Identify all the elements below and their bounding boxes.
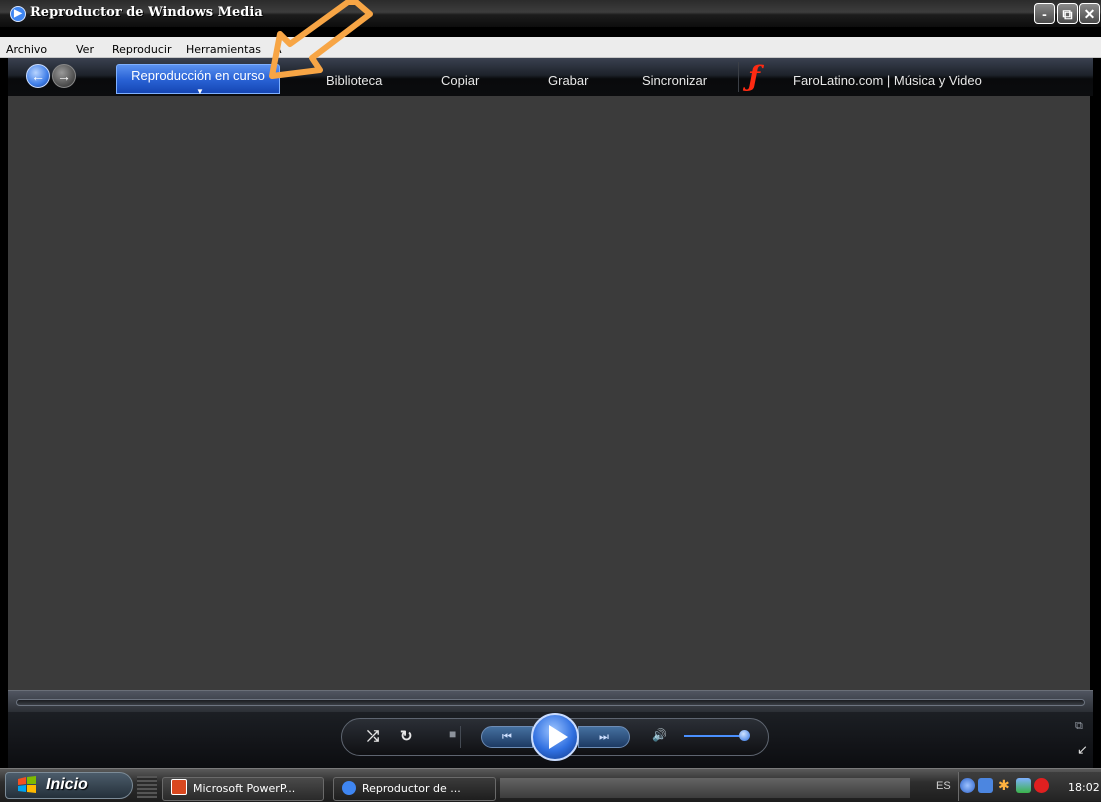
window-title: Reproductor de Windows Media bbox=[30, 5, 263, 20]
messenger-icon[interactable] bbox=[1016, 778, 1031, 793]
close-button[interactable]: ✕ bbox=[1079, 3, 1100, 24]
menu-reproducir[interactable]: Reproducir bbox=[112, 43, 172, 56]
chevron-down-icon[interactable]: ▼ bbox=[196, 87, 204, 96]
annotation-arrow-icon bbox=[269, 0, 373, 79]
shuffle-button[interactable]: ⤮ bbox=[367, 728, 379, 745]
mute-button[interactable]: 🔊 bbox=[652, 728, 667, 742]
menu-ver[interactable]: Ver bbox=[76, 43, 94, 56]
task-label: Microsoft PowerP... bbox=[193, 782, 296, 795]
mini-mode-icon[interactable]: ⧉ bbox=[1075, 720, 1083, 733]
network-icon[interactable] bbox=[978, 778, 993, 793]
minimize-button[interactable]: - bbox=[1034, 3, 1055, 24]
tab-rip[interactable]: Copiar bbox=[441, 73, 479, 88]
star-icon[interactable]: ✱ bbox=[998, 778, 1013, 793]
controls-divider bbox=[460, 726, 461, 748]
video-display-area[interactable] bbox=[8, 96, 1090, 690]
nav-divider bbox=[738, 62, 739, 92]
volume-tray-icon[interactable] bbox=[960, 778, 975, 793]
window-right-border bbox=[1090, 96, 1101, 690]
taskbar-item-media-player[interactable]: Reproductor de ... bbox=[333, 777, 496, 801]
maximize-button[interactable]: ⧉ bbox=[1057, 3, 1078, 24]
media-tray-icon[interactable] bbox=[1034, 778, 1049, 793]
tab-online-store[interactable]: FaroLatino.com | Música y Video bbox=[793, 73, 982, 88]
taskbar-empty-area bbox=[500, 778, 910, 798]
repeat-button[interactable]: ↻ bbox=[400, 727, 413, 745]
forward-arrow-icon: → bbox=[57, 68, 71, 84]
window-left-border bbox=[0, 58, 8, 768]
wmp-logo-icon bbox=[342, 781, 356, 795]
tab-burn[interactable]: Grabar bbox=[548, 73, 588, 88]
resize-grip-icon[interactable]: ↙ bbox=[1077, 742, 1088, 758]
next-button[interactable]: ⏭ bbox=[578, 726, 630, 748]
play-icon bbox=[549, 725, 568, 749]
task-label: Reproductor de ... bbox=[362, 782, 461, 795]
menu-archivo[interactable]: Archivo bbox=[6, 43, 47, 56]
forward-button[interactable]: → bbox=[52, 64, 76, 88]
clock: 18:02 bbox=[1068, 781, 1100, 794]
menu-herramientas[interactable]: Herramientas bbox=[186, 43, 261, 56]
store-logo-icon[interactable]: ƒ bbox=[748, 60, 760, 93]
language-indicator[interactable]: ES bbox=[936, 780, 951, 792]
windows-flag-icon bbox=[18, 776, 36, 793]
wmp-logo-icon: ▶ bbox=[10, 6, 26, 22]
seek-slider[interactable] bbox=[16, 699, 1085, 706]
tab-sync[interactable]: Sincronizar bbox=[642, 73, 707, 88]
taskbar-item-powerpoint[interactable]: Microsoft PowerP... bbox=[162, 777, 324, 801]
start-label: Inicio bbox=[46, 776, 88, 793]
powerpoint-icon bbox=[171, 779, 187, 795]
back-arrow-icon: ← bbox=[31, 68, 45, 84]
quick-launch-grip[interactable] bbox=[137, 776, 157, 798]
volume-thumb[interactable] bbox=[739, 730, 750, 741]
stop-button[interactable]: ■ bbox=[449, 727, 456, 741]
back-button[interactable]: ← bbox=[26, 64, 50, 88]
previous-button[interactable]: ⏮ bbox=[481, 726, 533, 748]
